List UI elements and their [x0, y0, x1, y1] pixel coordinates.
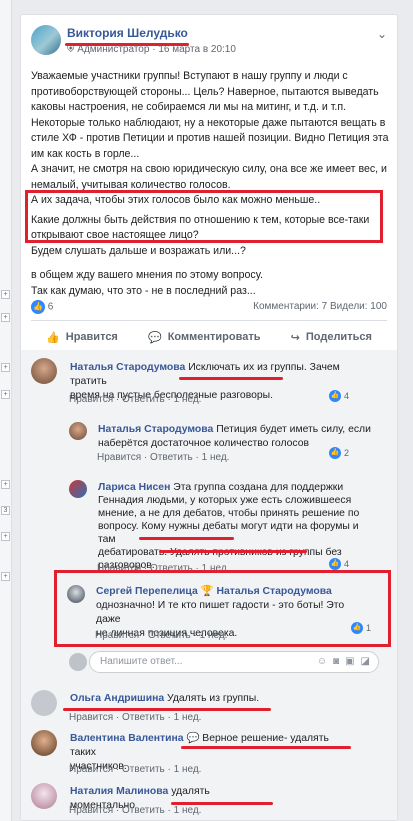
comment-text: вопросу. Кому нужны дебаты могут идти на… [98, 521, 359, 545]
comment-text: Эта группа создана для поддержки [173, 482, 344, 493]
comment-bubble: Наталья Стародумова Петиция будет иметь … [89, 418, 386, 450]
commenter-avatar[interactable] [69, 480, 87, 498]
sticker-icon[interactable]: ◪ [361, 656, 370, 667]
commenter-name[interactable]: Сергей Перепелица [96, 586, 198, 597]
like-icon: 👍 [329, 558, 341, 570]
commenter-name[interactable]: Наталья Стародумова [70, 362, 185, 373]
commenter-name[interactable]: Наталия Малинова [70, 786, 168, 797]
comment-bubble: Наталия Малинова удалять моментально [61, 780, 276, 811]
commenter-avatar[interactable] [31, 730, 57, 756]
comment-bubble: Ольга Андришина Удалять из группы. [61, 687, 276, 709]
comment-bubble: Наталья Стародумова Исключать их из груп… [61, 356, 386, 401]
comment-text: Удалять из группы. [167, 693, 260, 704]
post-line: в общем жду вашего мнения по этому вопро… [31, 269, 263, 281]
commenter-name[interactable]: Валентина Валентина [70, 733, 184, 744]
like-icon: 👍 [329, 390, 341, 402]
commenter-name[interactable]: Ольга Андришина [70, 693, 164, 704]
expand-icon[interactable]: + [1, 313, 10, 322]
highlight-line: Будем слушать дальше и возражать или...? [31, 244, 246, 257]
post-line: каковы настроения, не собираемся ли мы н… [31, 101, 347, 113]
commenter-name[interactable]: Лариса Нисен [98, 482, 170, 493]
comment-actions[interactable]: Нравится · Ответить · 1 нед. [69, 394, 201, 405]
my-avatar [69, 653, 87, 671]
thumbs-up-icon: 👍 [46, 331, 60, 344]
expand-icon[interactable]: + [1, 532, 10, 541]
like-count[interactable]: 6 [48, 302, 54, 313]
comment-actions[interactable]: Нравится · Ответить · 1 нед. [69, 712, 201, 723]
commenter-avatar[interactable] [67, 585, 85, 603]
emoji-icon[interactable]: ☺ [317, 656, 327, 667]
commenter-avatar[interactable] [69, 422, 87, 440]
reply-tools: ☺ ◙ ▣ ◪ [317, 656, 370, 667]
comment-text: Геннадия людьми, у которых уже есть слож… [98, 495, 352, 506]
camera-icon[interactable]: ◙ [333, 656, 339, 667]
post-body: Уважаемые участники группы! Вступают в н… [31, 69, 389, 299]
post-line: А значит, не смотря на свою юридическую … [31, 163, 387, 175]
red-underline [159, 550, 307, 553]
comment-icon: 💬 [148, 331, 162, 344]
comment-bubble: Сергей Перепелица 🏆 Наталья Стародумова … [87, 580, 379, 639]
comment-text: мнение, а не для дебатов, чтобы принять … [98, 508, 360, 519]
comment-bubble: Лариса Нисен Эта группа создана для подд… [89, 476, 386, 571]
expand-icon[interactable]: + [1, 363, 10, 372]
post-line: Так как думаю, что это - не в последний … [31, 284, 256, 297]
red-underline [179, 377, 283, 380]
comment-reactions[interactable]: 👍 1 [351, 622, 371, 634]
comment-reactions[interactable]: 👍 4 [329, 390, 349, 402]
comment-actions[interactable]: Нравится · Ответить · 1 нед. [95, 630, 227, 641]
like-icon: 👍 [329, 447, 341, 459]
expand-icon[interactable]: + [1, 572, 10, 581]
comment-text: Петиция будет иметь силу, если [216, 424, 371, 435]
share-button[interactable]: ↪ Поделиться [291, 326, 372, 348]
comments-section: Наталья Стародумова Исключать их из груп… [21, 350, 397, 820]
chat-icon: 💬 [186, 733, 200, 744]
commenter-name[interactable]: Наталья Стародумова [98, 424, 213, 435]
highlight-box [25, 190, 383, 243]
trophy-icon: 🏆 [200, 586, 214, 597]
post-line: им как кость в горле... [31, 147, 140, 160]
expand-icon[interactable]: + [1, 390, 10, 399]
comment-bubble: Валентина Валентина 💬 Верное решение- уд… [61, 727, 361, 772]
count-badge: 3 [1, 506, 10, 515]
comment-actions[interactable]: Нравится · Ответить · 1 нед. [97, 452, 229, 463]
mentioned-user[interactable]: Наталья Стародумова [216, 586, 331, 597]
comments-views[interactable]: Комментарии: 7 Видели: 100 [253, 301, 387, 312]
author-avatar[interactable] [31, 25, 61, 55]
comment-text: однозначно! И те кто пишет гадости - это… [96, 600, 345, 625]
post-card: Виктория Шелудько ⛨ Администратор · 16 м… [20, 14, 398, 821]
comment-actions[interactable]: Нравится · Ответить · 1 нед. [69, 764, 201, 775]
reply-input[interactable]: Напишите ответ... ☺ ◙ ▣ ◪ [89, 651, 379, 673]
commenter-avatar[interactable] [31, 783, 57, 809]
red-underline [139, 537, 234, 540]
comment-button[interactable]: 💬 Комментировать [148, 326, 261, 348]
gif-icon[interactable]: ▣ [345, 656, 354, 667]
share-icon: ↪ [290, 331, 300, 344]
post-author[interactable]: Виктория Шелудько [67, 26, 188, 40]
comment-reactions[interactable]: 👍 2 [329, 447, 349, 459]
comment-actions[interactable]: Нравится · Ответить · 1 нед. [69, 805, 201, 816]
expand-icon[interactable]: + [1, 480, 10, 489]
like-icon: 👍 [31, 300, 45, 314]
post-line: противоборствующей стороны... Цель? Наве… [31, 85, 379, 98]
red-underline [181, 746, 351, 749]
like-button[interactable]: 👍 Нравится [46, 326, 118, 348]
divider [31, 320, 387, 321]
chevron-down-icon[interactable]: ⌄ [377, 27, 387, 41]
action-bar: 👍 Нравится 💬 Комментировать ↪ Поделиться [31, 326, 387, 348]
post-line: стиле ХФ - против Петиции и против нашей… [31, 132, 389, 144]
commenter-avatar[interactable] [31, 358, 57, 384]
comment-reactions[interactable]: 👍 4 [329, 558, 349, 570]
expand-icon[interactable]: + [1, 290, 10, 299]
post-line: Некоторые только наблюдают, ну а некотор… [31, 116, 386, 129]
red-underline [63, 708, 271, 711]
left-sidebar-strip: + + + + + 3 + + [0, 0, 12, 821]
post-line: Уважаемые участники группы! Вступают в н… [31, 70, 348, 82]
post-stats: 👍 6 Комментарии: 7 Видели: 100 [31, 300, 387, 316]
like-icon: 👍 [351, 622, 363, 634]
commenter-avatar[interactable] [31, 690, 57, 716]
red-underline-author [65, 43, 189, 46]
right-scroll-strip[interactable] [401, 0, 413, 821]
post-header: Виктория Шелудько ⛨ Администратор · 16 м… [31, 25, 387, 59]
